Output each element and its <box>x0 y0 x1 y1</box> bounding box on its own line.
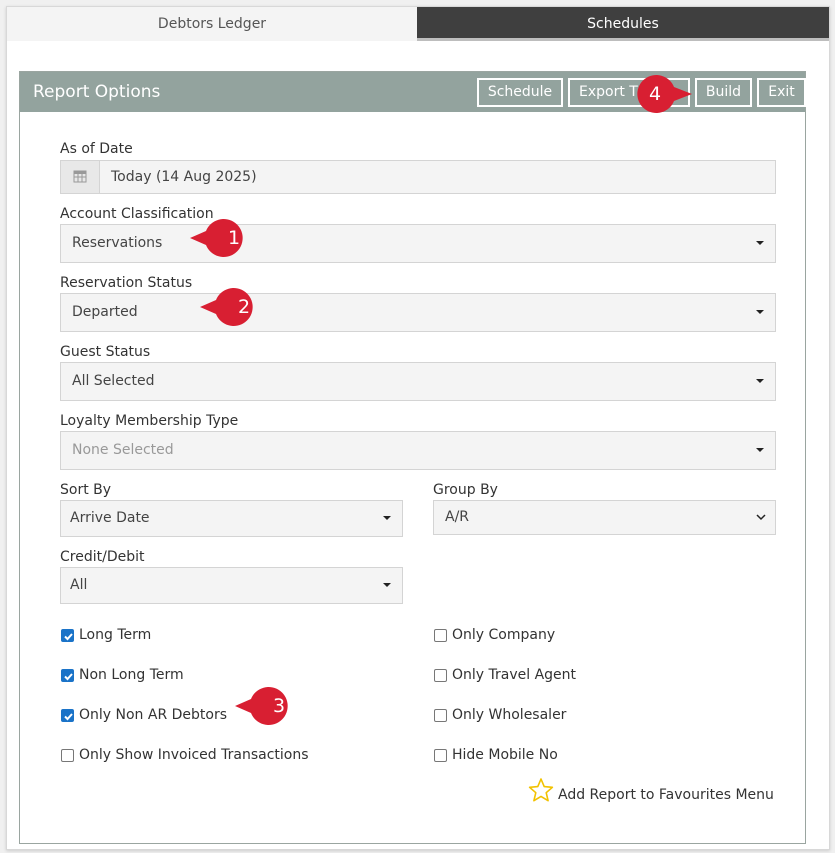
non-long-term-label[interactable]: Non Long Term <box>79 667 184 683</box>
panel-title: Report Options <box>33 82 161 102</box>
long-term-label[interactable]: Long Term <box>79 627 151 643</box>
checkmark-icon <box>64 673 73 681</box>
only-non-ar-debtors-label[interactable]: Only Non AR Debtors <box>79 707 227 723</box>
chevron-down-icon <box>756 514 766 521</box>
group-by-label: Group By <box>433 482 498 498</box>
non-long-term-checkbox[interactable] <box>61 669 74 682</box>
dropdown-caret-icon <box>756 448 764 452</box>
guest-status-value: All Selected <box>72 373 155 389</box>
dropdown-caret-icon <box>756 310 764 314</box>
build-button[interactable]: Build <box>695 78 752 107</box>
guest-status-select[interactable]: All Selected <box>60 362 776 401</box>
account-classification-select[interactable]: Reservations <box>60 224 776 263</box>
group-by-select[interactable]: A/R <box>433 500 776 535</box>
credit-debit-select[interactable]: All <box>60 567 403 604</box>
report-options-panel: Report Options Schedule Export T Build E… <box>19 71 806 844</box>
dropdown-caret-icon <box>756 241 764 245</box>
tab-schedules[interactable]: Schedules <box>417 7 829 41</box>
report-window: Debtors Ledger Schedules Report Options … <box>6 6 830 850</box>
reservation-status-value: Departed <box>72 304 138 320</box>
hide-mobile-no-checkbox[interactable] <box>434 749 447 762</box>
only-non-ar-debtors-checkbox[interactable] <box>61 709 74 722</box>
only-travel-agent-label[interactable]: Only Travel Agent <box>452 667 576 683</box>
loyalty-membership-type-select[interactable]: None Selected <box>60 431 776 470</box>
add-to-favourites-link[interactable]: Add Report to Favourites Menu <box>558 787 774 803</box>
reservation-status-select[interactable]: Departed <box>60 293 776 332</box>
star-icon[interactable] <box>528 777 554 803</box>
hide-mobile-no-label[interactable]: Hide Mobile No <box>452 747 558 763</box>
only-wholesaler-checkbox[interactable] <box>434 709 447 722</box>
guest-status-label: Guest Status <box>60 344 151 360</box>
loyalty-membership-type-label: Loyalty Membership Type <box>60 413 239 429</box>
checkmark-icon <box>64 713 73 721</box>
dropdown-caret-icon <box>383 516 391 520</box>
only-travel-agent-checkbox[interactable] <box>434 669 447 682</box>
reservation-status-label: Reservation Status <box>60 275 193 291</box>
only-wholesaler-label[interactable]: Only Wholesaler <box>452 707 566 723</box>
sort-by-value: Arrive Date <box>70 510 150 526</box>
group-by-value: A/R <box>445 509 470 525</box>
tab-debtors-ledger[interactable]: Debtors Ledger <box>7 7 417 41</box>
as-of-date-value: Today (14 Aug 2025) <box>111 169 257 185</box>
credit-debit-value: All <box>70 577 88 593</box>
only-show-invoiced-label[interactable]: Only Show Invoiced Transactions <box>79 747 309 763</box>
sort-by-label: Sort By <box>60 482 112 498</box>
loyalty-membership-type-placeholder: None Selected <box>72 442 174 458</box>
calendar-icon[interactable] <box>61 161 100 193</box>
only-company-checkbox[interactable] <box>434 629 447 642</box>
dropdown-caret-icon <box>756 379 764 383</box>
dropdown-caret-icon <box>383 583 391 587</box>
only-show-invoiced-checkbox[interactable] <box>61 749 74 762</box>
as-of-date-label: As of Date <box>60 141 133 157</box>
exit-button[interactable]: Exit <box>757 78 806 107</box>
as-of-date-field[interactable]: Today (14 Aug 2025) <box>60 160 776 194</box>
sort-by-select[interactable]: Arrive Date <box>60 500 403 537</box>
schedule-button[interactable]: Schedule <box>477 78 563 107</box>
account-classification-value: Reservations <box>72 235 163 251</box>
long-term-checkbox[interactable] <box>61 629 74 642</box>
credit-debit-label: Credit/Debit <box>60 549 145 565</box>
checkmark-icon <box>64 633 73 641</box>
only-company-label[interactable]: Only Company <box>452 627 555 643</box>
